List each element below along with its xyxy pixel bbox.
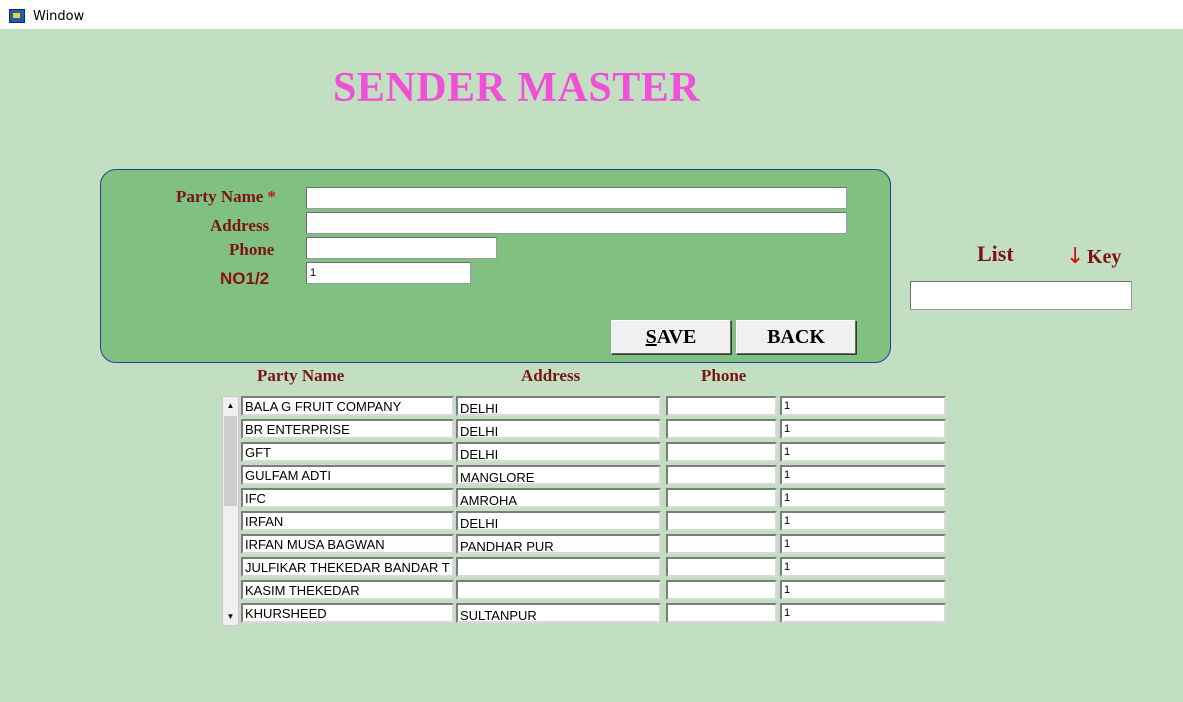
cell-party-name[interactable]: BALA G FRUIT COMPANY — [241, 396, 454, 416]
column-header-phone: Phone — [701, 366, 747, 385]
party-name-input[interactable] — [306, 187, 847, 209]
cell-no[interactable]: 1 — [780, 534, 946, 554]
cell-address[interactable]: DELHI — [456, 511, 661, 531]
column-header-party-name: Party Name — [257, 366, 345, 385]
cell-phone[interactable] — [666, 419, 777, 439]
required-mark: * — [267, 187, 276, 206]
cell-no[interactable]: 1 — [780, 603, 946, 623]
down-arrow-icon: ↓ — [1066, 244, 1085, 269]
list-search-input[interactable] — [910, 281, 1132, 310]
app-window-icon — [9, 9, 25, 23]
scroll-down-icon[interactable]: ▼ — [223, 608, 238, 625]
cell-no[interactable]: 1 — [780, 396, 946, 416]
address-label: Address — [210, 216, 270, 235]
address-input[interactable] — [306, 212, 847, 234]
page-title: SENDER MASTER — [333, 65, 701, 111]
cell-address[interactable] — [456, 557, 661, 577]
cell-no[interactable]: 1 — [780, 557, 946, 577]
cell-address[interactable]: SULTANPUR — [456, 603, 661, 623]
cell-address[interactable]: DELHI — [456, 442, 661, 462]
save-button[interactable]: SAVE — [611, 320, 731, 354]
phone-label: Phone — [229, 240, 275, 259]
column-header-address: Address — [521, 366, 581, 385]
cell-party-name[interactable]: GFT — [241, 442, 454, 462]
cell-no[interactable]: 1 — [780, 580, 946, 600]
cell-party-name[interactable]: BR ENTERPRISE — [241, 419, 454, 439]
cell-no[interactable]: 1 — [780, 419, 946, 439]
list-label: List — [977, 241, 1014, 266]
cell-party-name[interactable]: JULFIKAR THEKEDAR BANDAR T — [241, 557, 454, 577]
cell-phone[interactable] — [666, 580, 777, 600]
cell-no[interactable]: 1 — [780, 465, 946, 485]
cell-party-name[interactable]: IFC — [241, 488, 454, 508]
cell-phone[interactable] — [666, 511, 777, 531]
cell-phone[interactable] — [666, 396, 777, 416]
no-input[interactable] — [306, 262, 471, 284]
cell-phone[interactable] — [666, 488, 777, 508]
cell-phone[interactable] — [666, 534, 777, 554]
cell-party-name[interactable]: KASIM THEKEDAR — [241, 580, 454, 600]
cell-no[interactable]: 1 — [780, 442, 946, 462]
cell-address[interactable]: MANGLORE — [456, 465, 661, 485]
cell-phone[interactable] — [666, 465, 777, 485]
cell-address[interactable]: PANDHAR PUR — [456, 534, 661, 554]
window-title: Window — [33, 9, 85, 24]
cell-no[interactable]: 1 — [780, 488, 946, 508]
no-label: NO1/2 — [220, 269, 270, 288]
title-bar: Window — [0, 0, 1183, 29]
cell-no[interactable]: 1 — [780, 511, 946, 531]
cell-phone[interactable] — [666, 442, 777, 462]
scroll-up-icon[interactable]: ▲ — [223, 397, 238, 414]
cell-address[interactable]: DELHI — [456, 396, 661, 416]
cell-party-name[interactable]: GULFAM ADTI — [241, 465, 454, 485]
party-name-label: Party Name * — [176, 187, 276, 206]
cell-phone[interactable] — [666, 603, 777, 623]
scroll-thumb[interactable] — [224, 416, 237, 506]
cell-party-name[interactable]: IRFAN — [241, 511, 454, 531]
cell-party-name[interactable]: IRFAN MUSA BAGWAN — [241, 534, 454, 554]
table-scrollbar[interactable]: ▲ ▼ — [222, 396, 239, 626]
back-button[interactable]: BACK — [736, 320, 856, 354]
phone-input[interactable] — [306, 237, 497, 259]
key-label: Key — [1087, 246, 1122, 268]
cell-address[interactable] — [456, 580, 661, 600]
cell-phone[interactable] — [666, 557, 777, 577]
cell-party-name[interactable]: KHURSHEED — [241, 603, 454, 623]
cell-address[interactable]: DELHI — [456, 419, 661, 439]
cell-address[interactable]: AMROHA — [456, 488, 661, 508]
